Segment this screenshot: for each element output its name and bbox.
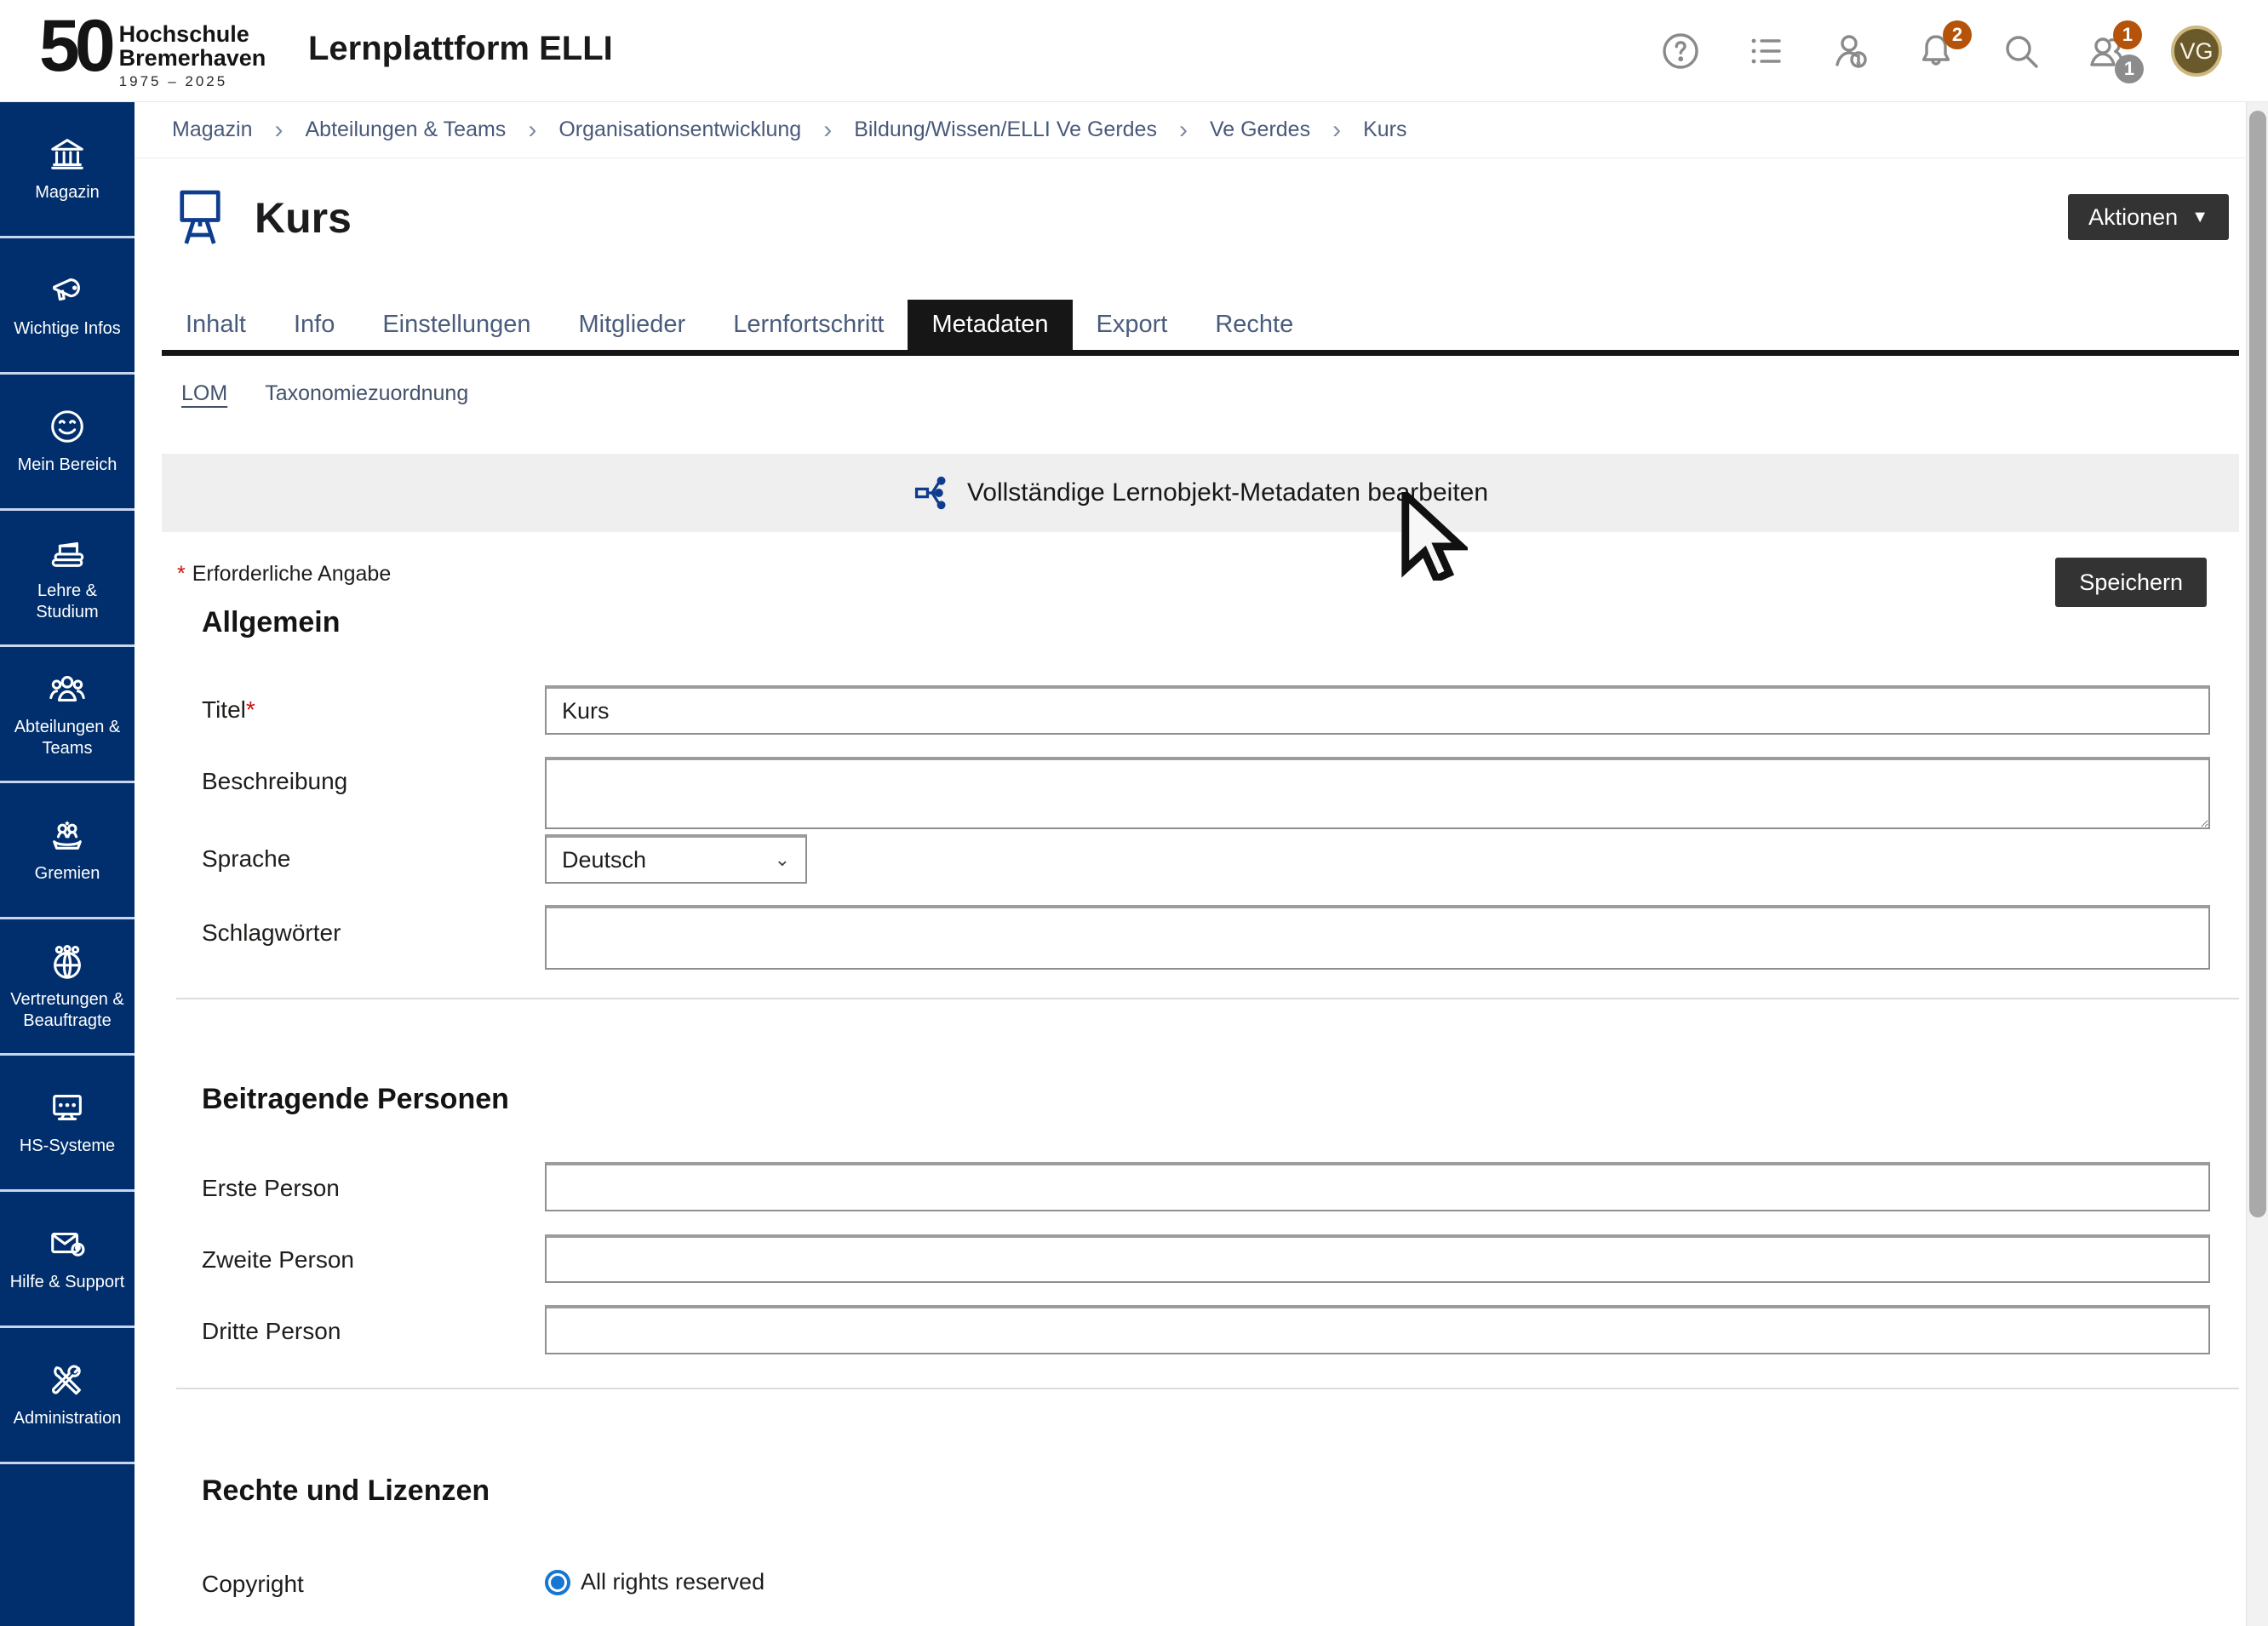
dritte-person-input[interactable]: [545, 1305, 2210, 1354]
sidebar-item-administration[interactable]: Administration: [0, 1328, 135, 1464]
edit-full-metadata-link[interactable]: Vollständige Lernobjekt-Metadaten bearbe…: [967, 478, 1488, 507]
books-icon: [48, 533, 87, 572]
caret-down-icon: ▼: [2191, 208, 2208, 227]
breadcrumb-separator-icon: ›: [823, 116, 832, 145]
required-note: *Erforderliche Angabe: [177, 562, 391, 587]
app-title: Lernplattform ELLI: [308, 30, 613, 68]
section-divider: [176, 1388, 2239, 1389]
breadcrumb-item[interactable]: Organisationsentwicklung: [558, 117, 801, 142]
bank-icon: [48, 135, 87, 174]
required-asterisk: *: [246, 696, 255, 723]
monitor-icon: [48, 1088, 87, 1127]
save-button[interactable]: Speichern: [2055, 558, 2207, 607]
breadcrumb-separator-icon: ›: [1179, 116, 1188, 145]
required-asterisk: *: [177, 562, 186, 586]
sidebar-item-hilfe-support[interactable]: Hilfe & Support: [0, 1192, 135, 1328]
schlagwoerter-input[interactable]: [545, 905, 2210, 970]
sidebar-item-wichtige-infos[interactable]: Wichtige Infos: [0, 238, 135, 375]
tab-lernfortschritt[interactable]: Lernfortschritt: [709, 300, 908, 350]
share-tree-icon: [913, 474, 950, 512]
erste-person-label: Erste Person: [202, 1175, 340, 1202]
sidebar-item-mein-bereich[interactable]: Mein Bereich: [0, 375, 135, 511]
tools-icon: [48, 1360, 87, 1400]
sidebar-item-magazin[interactable]: Magazin: [0, 102, 135, 238]
breadcrumb-separator-icon: ›: [275, 116, 284, 145]
erste-person-input[interactable]: [545, 1162, 2210, 1211]
megaphone-icon: [48, 271, 87, 310]
main-sidebar: Magazin Wichtige Infos Mein Bereich Lehr…: [0, 102, 135, 1626]
contacts-new-badge: 1: [2113, 20, 2142, 49]
chevron-down-icon: ⌄: [775, 849, 790, 871]
zweite-person-label: Zweite Person: [202, 1246, 354, 1274]
titel-label: Titel*: [202, 696, 255, 724]
committee-icon: [48, 816, 87, 855]
sidebar-item-lehre-studium[interactable]: Lehre & Studium: [0, 511, 135, 647]
sidebar-item-abteilungen-teams[interactable]: Abteilungen & Teams: [0, 647, 135, 783]
search-icon[interactable]: [2001, 31, 2042, 72]
section-heading-rechte: Rechte und Lizenzen: [202, 1474, 490, 1508]
sidebar-item-hs-systeme[interactable]: HS-Systeme: [0, 1056, 135, 1192]
hochschule-bremerhaven-logo: 50 Hochschule Bremerhaven 1975 – 2025: [39, 10, 266, 90]
breadcrumb-item[interactable]: Abteilungen & Teams: [306, 117, 507, 142]
smiley-icon: [48, 407, 87, 446]
tab-inhalt[interactable]: Inhalt: [162, 300, 270, 350]
tab-mitglieder[interactable]: Mitglieder: [554, 300, 709, 350]
help-icon[interactable]: [1660, 31, 1701, 72]
beschreibung-label: Beschreibung: [202, 768, 347, 795]
breadcrumb: Magazin › Abteilungen & Teams › Organisa…: [135, 102, 2246, 158]
zweite-person-input[interactable]: [545, 1234, 2210, 1283]
course-tabs: Inhalt Info Einstellungen Mitglieder Ler…: [162, 300, 2239, 356]
actions-dropdown-button[interactable]: Aktionen ▼: [2068, 194, 2229, 240]
copyright-label: Copyright: [202, 1571, 304, 1598]
section-heading-allgemein: Allgemein: [202, 606, 340, 639]
section-heading-beitragende: Beitragende Personen: [202, 1083, 509, 1116]
copyright-option-label: All rights reserved: [581, 1569, 765, 1595]
sprache-label: Sprache: [202, 845, 290, 873]
logo-name-line1: Hochschule: [119, 22, 266, 46]
team-icon: [48, 669, 87, 708]
contacts-count-badge: 1: [2115, 54, 2144, 83]
top-header: 50 Hochschule Bremerhaven 1975 – 2025 Le…: [0, 0, 2268, 102]
main-menu-list-icon[interactable]: [1745, 31, 1786, 72]
beschreibung-textarea[interactable]: [545, 757, 2210, 829]
mail-question-icon: [48, 1224, 87, 1263]
user-avatar[interactable]: VG: [2171, 26, 2222, 77]
tab-export[interactable]: Export: [1073, 300, 1192, 350]
page-title: Kurs: [255, 193, 352, 243]
tab-rechte[interactable]: Rechte: [1191, 300, 1317, 350]
breadcrumb-separator-icon: ›: [1332, 116, 1341, 145]
breadcrumb-item[interactable]: Bildung/Wissen/ELLI Ve Gerdes: [854, 117, 1157, 142]
scrollbar-thumb[interactable]: [2249, 111, 2266, 1217]
breadcrumb-item[interactable]: Ve Gerdes: [1210, 117, 1310, 142]
contacts-icon[interactable]: 1 1: [2086, 31, 2127, 72]
schlagwoerter-label: Schlagwörter: [202, 919, 341, 947]
logo-years: 1975 – 2025: [119, 73, 266, 90]
logo-50: 50: [39, 10, 111, 82]
sidebar-item-vertretungen-beauftragte[interactable]: Vertretungen & Beauftragte: [0, 919, 135, 1056]
tab-metadaten[interactable]: Metadaten: [908, 300, 1072, 350]
edit-full-metadata-banner[interactable]: Vollständige Lernobjekt-Metadaten bearbe…: [162, 454, 2239, 532]
sidebar-item-gremien[interactable]: Gremien: [0, 783, 135, 919]
notifications-bell-icon[interactable]: 2: [1916, 31, 1956, 72]
sprache-select[interactable]: Deutsch ⌄: [545, 834, 807, 884]
breadcrumb-item[interactable]: Kurs: [1363, 117, 1406, 142]
subtab-taxonomiezuordnung[interactable]: Taxonomiezuordnung: [265, 381, 468, 406]
section-divider: [176, 998, 2239, 999]
copyright-radio-row: All rights reserved: [545, 1569, 765, 1595]
tab-einstellungen[interactable]: Einstellungen: [358, 300, 554, 350]
globe-people-icon: [48, 942, 87, 981]
breadcrumb-item[interactable]: Magazin: [172, 117, 253, 142]
titel-input[interactable]: [545, 685, 2210, 735]
tab-info[interactable]: Info: [270, 300, 358, 350]
copyright-radio-selected[interactable]: [545, 1570, 570, 1595]
who-is-online-icon[interactable]: [1830, 31, 1871, 72]
notifications-badge: 2: [1943, 20, 1972, 49]
breadcrumb-separator-icon: ›: [528, 116, 536, 145]
subtab-lom[interactable]: LOM: [181, 381, 227, 406]
course-easel-icon: [175, 186, 226, 250]
page-scrollbar[interactable]: [2246, 95, 2268, 1626]
dritte-person-label: Dritte Person: [202, 1318, 341, 1345]
logo-name-line2: Bremerhaven: [119, 46, 266, 70]
